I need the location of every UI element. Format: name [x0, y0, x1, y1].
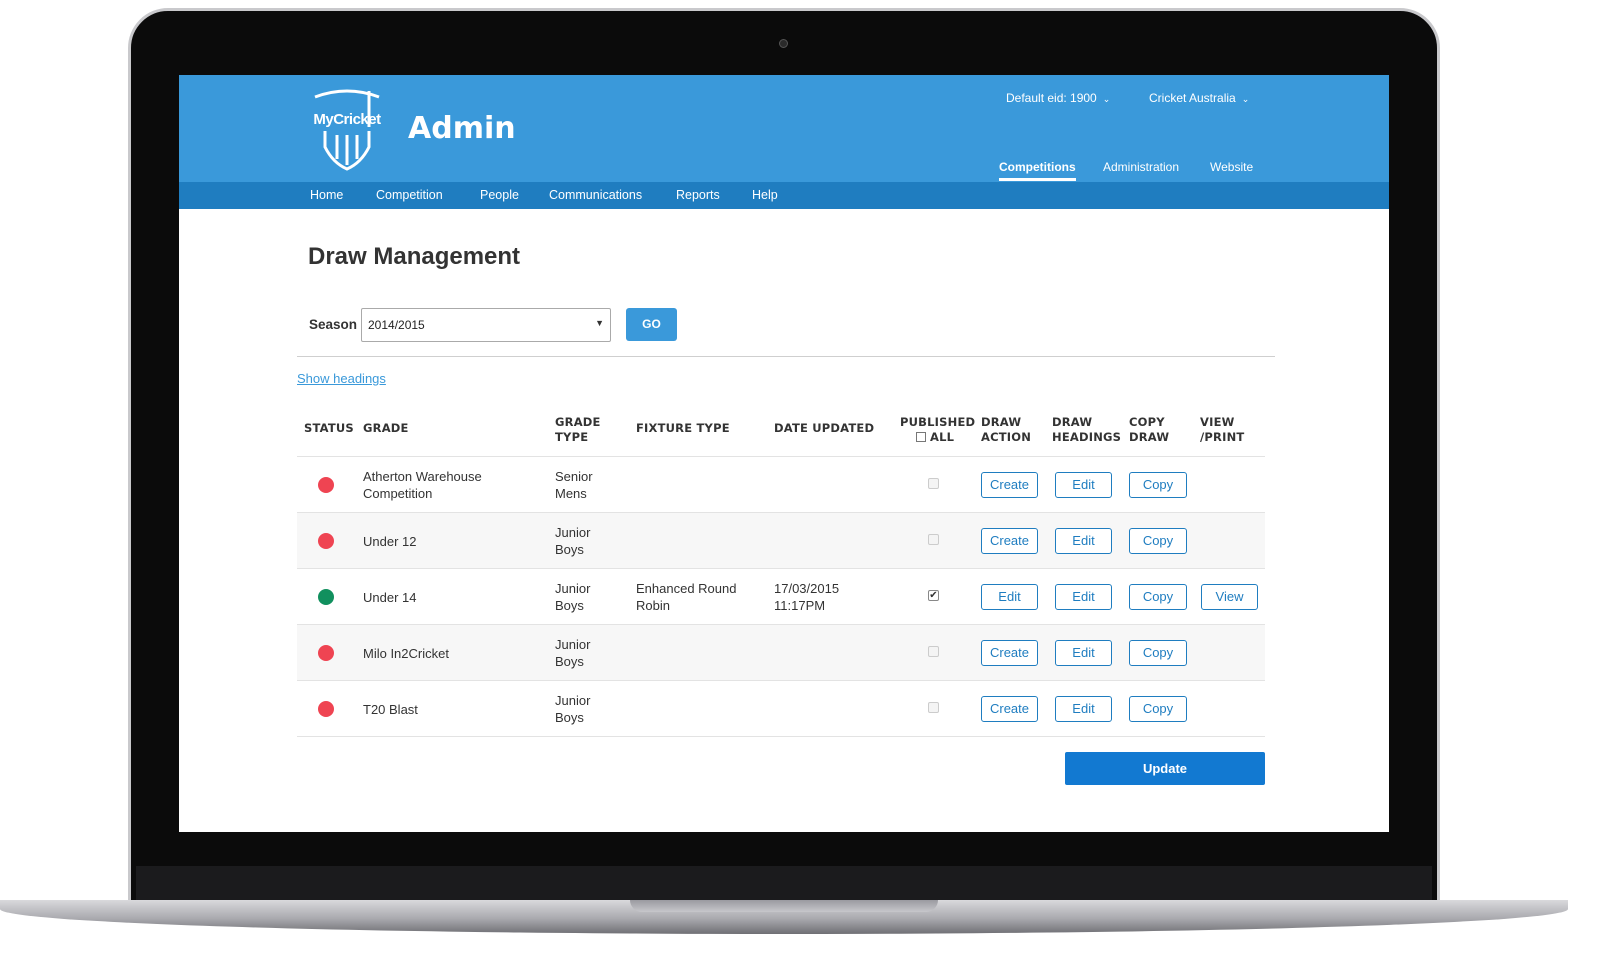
status-indicator-icon	[318, 645, 334, 661]
status-indicator-icon	[318, 533, 334, 549]
draw-headings-button[interactable]: Edit	[1055, 696, 1112, 722]
draw-action-button[interactable]: Create	[981, 472, 1038, 498]
publish-all-checkbox[interactable]	[916, 432, 926, 442]
header-grade-type: GRADE TYPE	[555, 415, 601, 444]
header-copy-draw: COPY DRAW	[1129, 415, 1170, 444]
subnav-item-communications[interactable]: Communications	[549, 188, 642, 202]
published-checkbox[interactable]	[928, 534, 939, 545]
grade-type-cell: Junior Boys	[555, 693, 591, 725]
draw-headings-button[interactable]: Edit	[1055, 640, 1112, 666]
table-row: T20 Blast Junior Boys Create Edit Copy	[297, 680, 1265, 736]
screen: MyCricket Admin Default eid: 1900 ⌄ Crick…	[179, 75, 1389, 832]
status-indicator-icon	[318, 701, 334, 717]
draw-action-button[interactable]: Edit	[981, 584, 1038, 610]
status-indicator-icon	[318, 589, 334, 605]
page-title: Draw Management	[308, 243, 521, 270]
header-fixture-type: FIXTURE TYPE	[636, 421, 730, 435]
published-checkbox[interactable]	[928, 646, 939, 657]
draw-action-button[interactable]: Create	[981, 528, 1038, 554]
draw-headings-button[interactable]: Edit	[1055, 528, 1112, 554]
date-updated-cell: 17/03/2015 11:17PM	[774, 581, 840, 613]
fixture-type-cell: Enhanced Round Robin	[636, 581, 737, 613]
header-draw-headings: DRAW HEADINGS	[1052, 415, 1122, 444]
top-header: MyCricket Admin Default eid: 1900 ⌄ Crick…	[179, 75, 1389, 182]
grade-type-cell: Senior Mens	[555, 469, 593, 501]
table-row: Atherton Warehouse Competition Senior Men…	[297, 456, 1265, 512]
tab-administration[interactable]: Administration	[1103, 160, 1179, 174]
organisation-label: Cricket Australia	[1149, 91, 1236, 105]
tab-competitions[interactable]: Competitions	[999, 160, 1076, 181]
divider	[297, 356, 1275, 357]
header-grade: GRADE	[363, 421, 409, 435]
copy-draw-button[interactable]: Copy	[1129, 528, 1187, 554]
chevron-down-icon: ⌄	[1241, 94, 1250, 104]
published-checkbox[interactable]	[928, 478, 939, 489]
status-indicator-icon	[318, 477, 334, 493]
default-eid-label: Default eid: 1900	[1006, 91, 1097, 105]
table-row: Under 12 Junior Boys Create Edit Copy	[297, 512, 1265, 568]
tab-website[interactable]: Website	[1210, 160, 1253, 174]
sub-navigation: Home Competition People Communications R…	[179, 182, 1389, 209]
update-button[interactable]: Update	[1065, 752, 1265, 785]
grade-cell: Under 12	[363, 534, 417, 549]
laptop-chin	[136, 866, 1432, 902]
season-label: Season	[309, 317, 358, 332]
header-published-label: PUBLISHED	[900, 415, 976, 429]
grade-type-cell: Junior Boys	[555, 525, 591, 557]
grade-cell: Milo In2Cricket	[363, 646, 449, 661]
organisation-dropdown[interactable]: Cricket Australia ⌄	[1149, 91, 1249, 105]
default-eid-dropdown[interactable]: Default eid: 1900 ⌄	[1006, 91, 1110, 105]
grade-cell: Under 14	[363, 590, 417, 605]
header-date-updated: DATE UPDATED	[774, 421, 875, 435]
header-status: STATUS	[304, 421, 354, 435]
caret-down-icon: ▼	[595, 318, 604, 328]
header-published: PUBLISHED ALL	[900, 415, 975, 445]
camera-icon	[779, 39, 788, 48]
publish-all-control: ALL	[900, 430, 975, 445]
grade-cell: T20 Blast	[363, 702, 418, 717]
cricket-shield-icon	[314, 89, 380, 171]
logo-text: MyCricket	[313, 111, 381, 128]
draw-headings-button[interactable]: Edit	[1055, 472, 1112, 498]
table-row: Under 14 Junior Boys Enhanced Round Robin 1…	[297, 568, 1265, 624]
grade-cell: Atherton Warehouse Competition	[363, 469, 482, 501]
published-checkbox[interactable]: ✔	[928, 590, 939, 601]
draw-action-button[interactable]: Create	[981, 696, 1038, 722]
app-title: Admin	[408, 111, 516, 146]
subnav-item-help[interactable]: Help	[752, 188, 778, 202]
header-draw-action: DRAW ACTION	[981, 415, 1032, 444]
mycricket-logo[interactable]: MyCricket	[307, 87, 387, 171]
season-select-value: 2014/2015	[368, 318, 425, 332]
subnav-item-people[interactable]: People	[480, 188, 519, 202]
season-select[interactable]: 2014/2015 ▼	[361, 308, 611, 342]
publish-all-label: ALL	[930, 430, 955, 444]
subnav-item-home[interactable]: Home	[310, 188, 343, 202]
copy-draw-button[interactable]: Copy	[1129, 696, 1187, 722]
grade-type-cell: Junior Boys	[555, 581, 591, 613]
laptop-stage: MyCricket Admin Default eid: 1900 ⌄ Crick…	[0, 0, 1600, 960]
subnav-item-reports[interactable]: Reports	[676, 188, 720, 202]
laptop-notch	[630, 900, 938, 912]
view-print-button[interactable]: View	[1201, 584, 1258, 610]
chevron-down-icon: ⌄	[1102, 94, 1111, 104]
copy-draw-button[interactable]: Copy	[1129, 472, 1187, 498]
subnav-item-competition[interactable]: Competition	[376, 188, 443, 202]
copy-draw-button[interactable]: Copy	[1129, 584, 1187, 610]
go-button[interactable]: GO	[626, 308, 677, 341]
grade-type-cell: Junior Boys	[555, 637, 591, 669]
table-row: Milo In2Cricket Junior Boys Create Edit Copy	[297, 624, 1265, 680]
table-bottom-border	[297, 736, 1265, 737]
copy-draw-button[interactable]: Copy	[1129, 640, 1187, 666]
draw-headings-button[interactable]: Edit	[1055, 584, 1112, 610]
header-view-print: VIEW /PRINT	[1200, 415, 1245, 444]
show-headings-link[interactable]: Show headings	[297, 371, 386, 386]
published-checkbox[interactable]	[928, 702, 939, 713]
draw-action-button[interactable]: Create	[981, 640, 1038, 666]
